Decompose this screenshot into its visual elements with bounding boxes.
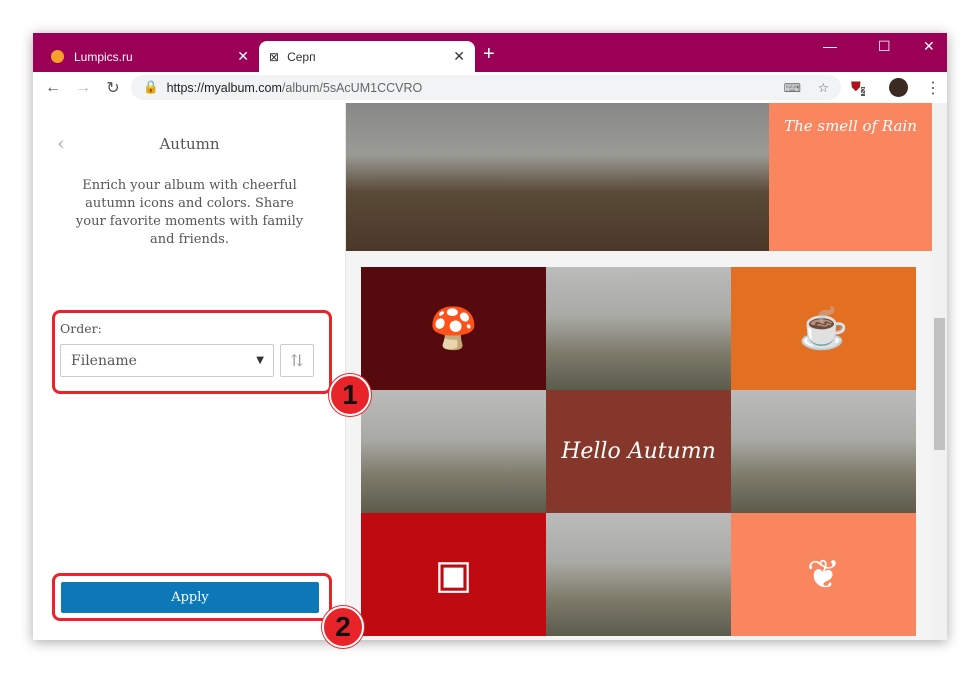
tab-lumpics[interactable]: Lumpics.ru ✕ <box>41 41 259 72</box>
photo-grid: 🍄 ☕ Hello Autumn ▣ ❦ <box>361 267 916 636</box>
url-host: https://myalbum.com <box>166 80 282 95</box>
annotation-1: 1 <box>329 374 371 416</box>
minimize-button[interactable]: — <box>823 38 837 54</box>
photo[interactable] <box>731 390 916 513</box>
tab-label: Lumpics.ru <box>74 49 133 64</box>
extension-badge: 2 <box>860 87 866 97</box>
photo[interactable] <box>346 103 769 251</box>
back-icon[interactable]: ← <box>38 79 68 97</box>
favicon-icon <box>51 50 64 63</box>
icon-tile[interactable]: 🍄 <box>361 267 546 390</box>
ublock-icon[interactable]: ⛊2 <box>851 79 866 97</box>
smell-of-rain-tile[interactable]: The smell of Rain <box>769 103 932 251</box>
panel-description: Enrich your album with cheerful autumn i… <box>75 178 304 247</box>
reload-icon[interactable]: ↻ <box>98 78 128 98</box>
tile-text: The smell of Rain <box>784 117 917 135</box>
leaf-icon: ❦ <box>806 552 841 597</box>
tile-text: Hello Autumn <box>561 439 716 464</box>
icon-tile[interactable]: ☕ <box>731 267 916 390</box>
translate-icon[interactable]: ⌨ <box>784 81 801 95</box>
toolbar: ← → ↻ 🔒 https://myalbum.com/album/5sAcUM1… <box>33 72 947 103</box>
menu-icon[interactable]: ⋮ <box>925 78 941 98</box>
avatar[interactable] <box>889 78 908 97</box>
mug-icon: ☕ <box>798 307 849 351</box>
album-gallery: The smell of Rain 🍄 ☕ Hello Autumn ▣ ❦ <box>346 103 932 640</box>
panel-title: Autumn <box>159 135 220 153</box>
highlight-order <box>52 310 332 394</box>
maximize-button[interactable]: ☐ <box>878 38 891 55</box>
annotation-2: 2 <box>322 606 364 648</box>
photo[interactable] <box>546 513 731 636</box>
tab-active[interactable]: ⊠ Серп ✕ <box>259 41 475 72</box>
close-tab-icon[interactable]: ✕ <box>237 48 249 65</box>
favicon-icon: ⊠ <box>269 49 280 64</box>
photo[interactable] <box>361 390 546 513</box>
forward-icon[interactable]: → <box>68 79 98 97</box>
icon-tile[interactable]: ❦ <box>731 513 916 636</box>
mushroom-icon: 🍄 <box>428 307 479 351</box>
scrollbar[interactable] <box>932 103 947 640</box>
photo[interactable] <box>546 267 731 390</box>
close-tab-icon[interactable]: ✕ <box>453 48 465 65</box>
icon-tile[interactable]: ▣ <box>361 513 546 636</box>
new-tab-button[interactable]: + <box>483 43 495 66</box>
address-bar[interactable]: 🔒 https://myalbum.com/album/5sAcUM1CCVRO … <box>131 75 841 100</box>
star-icon[interactable]: ☆ <box>818 80 829 95</box>
tab-label: Серп <box>287 49 316 64</box>
url-path: /album/5sAcUM1CCVRO <box>281 80 423 95</box>
highlight-apply <box>52 573 332 621</box>
hello-autumn-tile[interactable]: Hello Autumn <box>546 390 731 513</box>
scrollbar-thumb[interactable] <box>934 318 945 450</box>
lock-icon: 🔒 <box>143 80 159 94</box>
close-window-button[interactable]: ✕ <box>923 38 935 55</box>
jar-icon: ▣ <box>434 552 473 597</box>
